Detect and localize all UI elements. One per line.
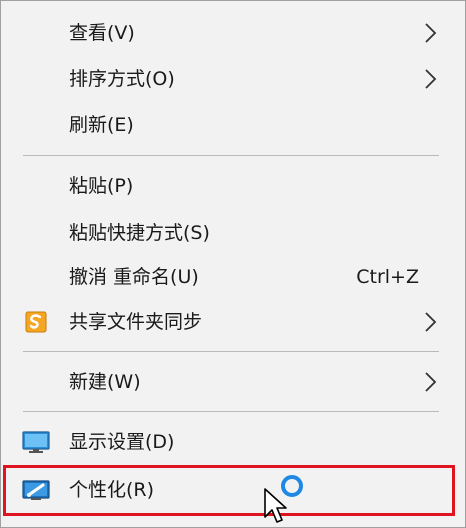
menu-item-label: 查看(V)	[69, 22, 135, 44]
menu-item-label: 共享文件夹同步	[69, 311, 203, 333]
menu-separator	[23, 411, 439, 412]
mouse-pointer-icon	[264, 488, 287, 523]
chevron-right-icon	[425, 312, 437, 332]
highlight-box	[3, 465, 455, 516]
menu-item-label: 显示设置(D)	[69, 431, 175, 453]
menu-separator	[23, 155, 439, 156]
menu-item-refresh[interactable]: 刷新(E)	[1, 105, 465, 145]
chevron-right-icon	[425, 23, 437, 43]
menu-item-label: 排序方式(O)	[69, 68, 175, 90]
menu-item-shortcut: Ctrl+Z	[356, 266, 419, 288]
menu-separator	[23, 351, 439, 352]
menu-item-paste[interactable]: 粘贴(P)	[1, 166, 465, 206]
menu-item-new[interactable]: 新建(W)	[1, 362, 465, 402]
chevron-right-icon	[425, 372, 437, 392]
menu-item-label: 新建(W)	[69, 371, 141, 393]
menu-item-display-settings[interactable]: 显示设置(D)	[1, 422, 465, 462]
menu-item-undo-rename[interactable]: 撤消 重命名(U) Ctrl+Z	[1, 257, 465, 297]
desktop-context-menu: 查看(V) 排序方式(O) 刷新(E) 粘贴(P) 粘贴快捷方式(S) 撤消 重…	[0, 0, 466, 528]
menu-item-label: 刷新(E)	[69, 114, 134, 136]
menu-item-sort-by[interactable]: 排序方式(O)	[1, 59, 465, 99]
menu-item-view[interactable]: 查看(V)	[1, 13, 465, 53]
menu-item-paste-shortcut[interactable]: 粘贴快捷方式(S)	[1, 213, 465, 253]
menu-item-shared-folder-sync[interactable]: 共享文件夹同步	[1, 302, 465, 342]
shared-folder-sync-icon	[25, 311, 47, 333]
display-settings-icon	[22, 431, 50, 453]
menu-item-label: 撤消 重命名(U)	[69, 266, 199, 288]
chevron-right-icon	[425, 69, 437, 89]
menu-item-label: 粘贴快捷方式(S)	[69, 222, 210, 244]
menu-item-label: 粘贴(P)	[69, 175, 134, 197]
